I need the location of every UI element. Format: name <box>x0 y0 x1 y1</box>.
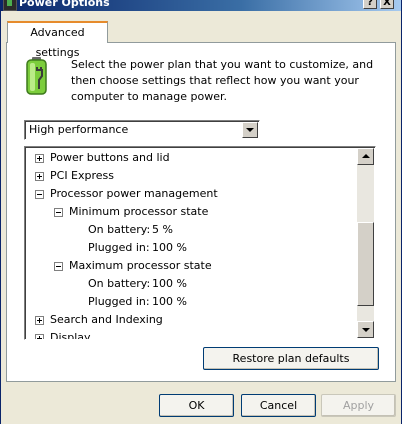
scroll-down-icon[interactable] <box>357 321 374 338</box>
setting-label: Plugged in: <box>88 241 150 254</box>
setting-value[interactable]: 100 % <box>152 239 187 257</box>
tree-item-label: PCI Express <box>50 169 115 182</box>
power-plan-select-value: High performance <box>29 123 129 136</box>
settings-tree[interactable]: Power buttons and lid PCI Express Proces… <box>24 146 376 340</box>
chevron-down-icon[interactable] <box>242 122 258 138</box>
power-plan-select[interactable]: High performance <box>24 120 260 140</box>
collapse-minus-icon[interactable] <box>54 262 63 271</box>
plan-description: Select the power plan that you want to c… <box>71 58 374 103</box>
window-title: Power Options <box>19 0 110 9</box>
tree-item-label: Display <box>50 331 91 340</box>
power-options-window: Power Options ? X Advanced settings Sele… <box>0 0 402 424</box>
scroll-thumb[interactable] <box>357 222 374 306</box>
cancel-button[interactable]: Cancel <box>241 394 316 417</box>
setting-label: Plugged in: <box>88 295 150 308</box>
title-bar[interactable]: Power Options ? X <box>1 0 401 11</box>
power-options-icon <box>3 0 17 11</box>
scroll-up-icon[interactable] <box>357 148 374 165</box>
collapse-minus-icon[interactable] <box>35 190 44 199</box>
tree-item-label: Maximum processor state <box>69 259 212 272</box>
setting-value[interactable]: 100 % <box>152 293 187 311</box>
setting-label: On battery: <box>88 277 151 290</box>
apply-button: Apply <box>321 394 396 417</box>
ok-button[interactable]: OK <box>159 394 234 417</box>
expand-plus-icon[interactable] <box>35 154 44 163</box>
tree-scrollbar[interactable] <box>357 148 374 338</box>
restore-plan-defaults-button[interactable]: Restore plan defaults <box>203 347 379 370</box>
tree-item-label: Search and Indexing <box>50 313 163 326</box>
setting-value[interactable]: 5 % <box>152 221 173 239</box>
expand-plus-icon[interactable] <box>35 316 44 325</box>
help-button[interactable]: ? <box>363 0 377 9</box>
expand-plus-icon[interactable] <box>35 334 44 339</box>
expand-plus-icon[interactable] <box>35 172 44 181</box>
tree-item-label: Power buttons and lid <box>50 151 170 164</box>
tree-item-label: Minimum processor state <box>69 205 209 218</box>
tree-item-label: Processor power management <box>50 187 218 200</box>
tab-advanced-settings[interactable]: Advanced settings <box>7 21 108 59</box>
setting-value[interactable]: 100 % <box>152 275 187 293</box>
setting-label: On battery: <box>88 223 151 236</box>
collapse-minus-icon[interactable] <box>54 208 63 217</box>
close-button[interactable]: X <box>380 0 394 9</box>
